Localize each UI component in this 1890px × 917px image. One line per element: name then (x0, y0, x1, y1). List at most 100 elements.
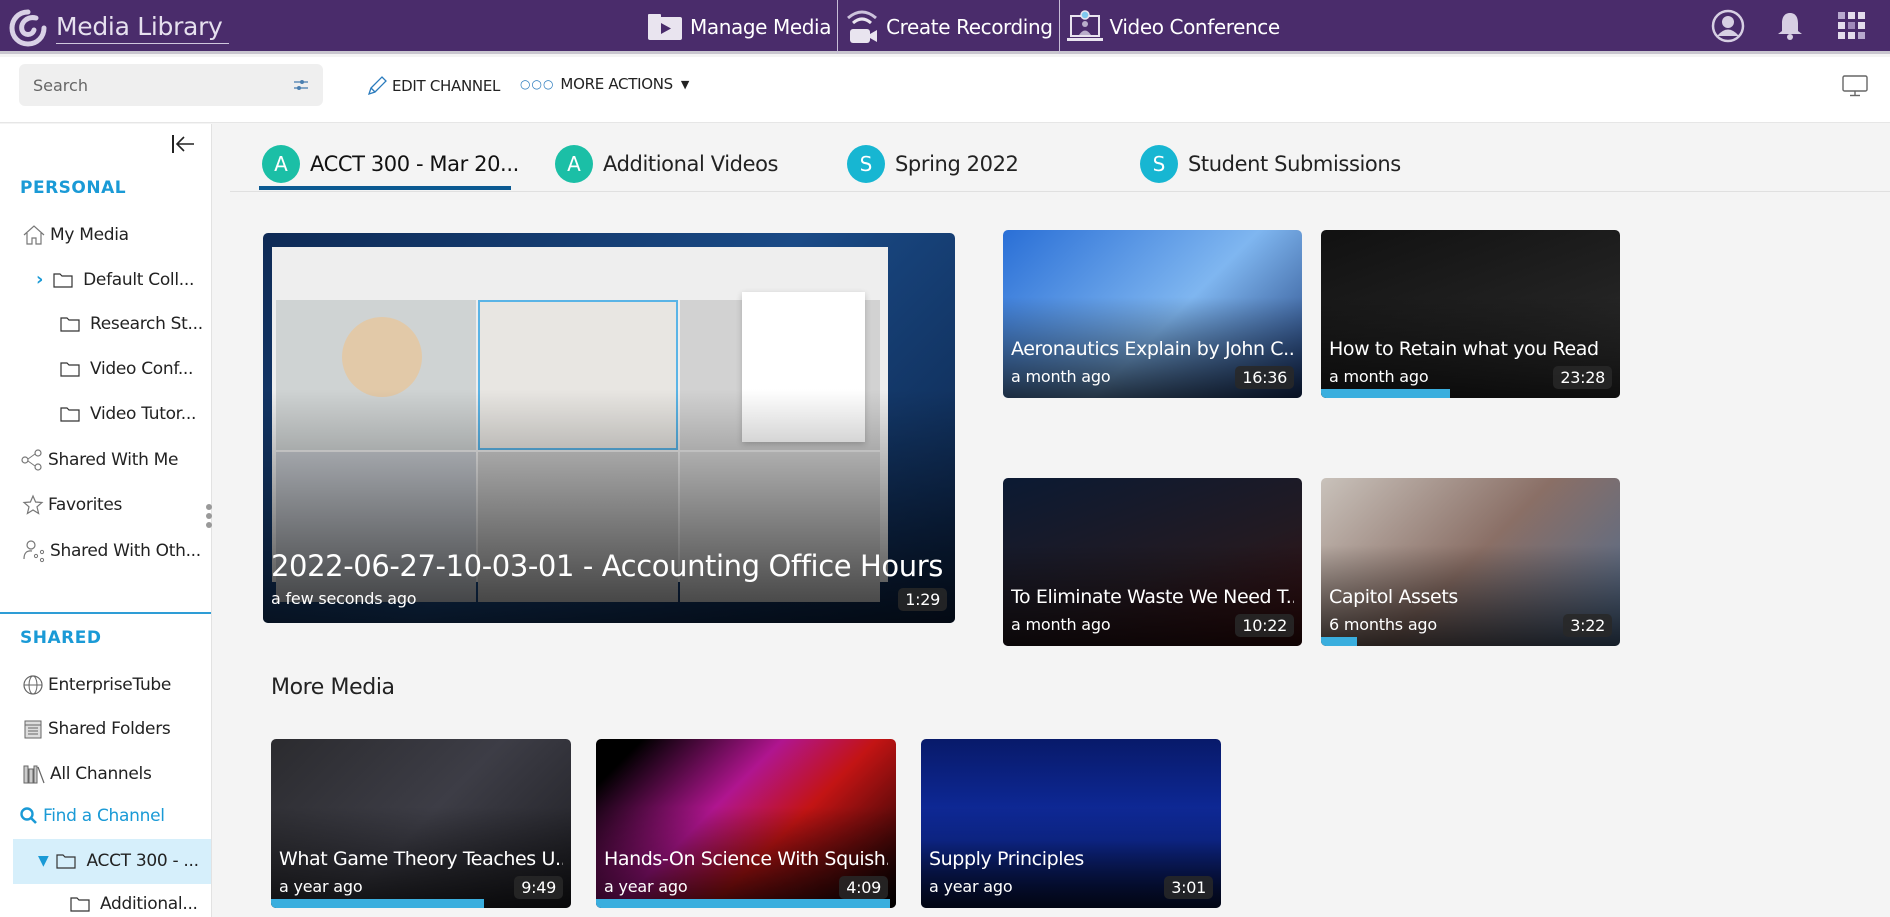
folder-icon (60, 317, 80, 332)
folder-icon (53, 272, 73, 288)
media-card[interactable]: Hands-On Science With Squish... a year ag… (596, 739, 896, 908)
media-title: Hands-On Science With Squish... (604, 848, 888, 870)
sidebar-item-video-tutor[interactable]: Video Tutor... (60, 404, 196, 424)
media-card[interactable]: Supply Principles a year ago 3:01 (921, 739, 1221, 908)
top-navigation-bar: Media Library Manage Media Create Record… (0, 0, 1890, 54)
sidebar-item-label: Shared With Oth... (50, 541, 201, 561)
sidebar-item-favorites[interactable]: Favorites (22, 494, 122, 516)
tab-acct-300[interactable]: A ACCT 300 - Mar 20... (262, 143, 519, 185)
media-duration: 4:09 (839, 876, 888, 899)
pencil-icon (367, 76, 387, 96)
watch-progress-bar (1321, 637, 1357, 646)
folder-icon (60, 362, 80, 377)
sidebar-item-label: Research St... (90, 314, 203, 334)
more-actions-button[interactable]: ○○○ MORE ACTIONS ▼ (520, 75, 689, 93)
star-icon (22, 494, 44, 515)
sidebar-item-enterprisetube[interactable]: EnterpriseTube (22, 674, 171, 696)
media-card[interactable]: Capitol Assets 6 months ago 3:22 (1321, 478, 1620, 646)
logo-icon (9, 9, 47, 47)
sidebar: PERSONAL My Media › Default Coll... Rese… (0, 124, 212, 917)
filter-sliders-icon[interactable] (293, 77, 309, 93)
shared-section-title: SHARED (20, 628, 102, 648)
sidebar-item-all-channels[interactable]: All Channels (22, 763, 152, 785)
sidebar-item-shared-with-others[interactable]: Shared With Oth... (22, 539, 201, 563)
media-duration: 23:28 (1553, 366, 1612, 389)
media-card[interactable]: What Game Theory Teaches U... a year ago 9… (271, 739, 571, 908)
more-dots-icon: ○○○ (520, 77, 555, 91)
collapse-left-icon (172, 135, 194, 153)
globe-icon (23, 675, 43, 695)
display-mode-button[interactable] (1842, 75, 1868, 101)
sidebar-item-label: Shared With Me (48, 450, 179, 470)
toolbar: EDIT CHANNEL ○○○ MORE ACTIONS ▼ (0, 57, 1890, 123)
sidebar-item-label: Video Tutor... (90, 404, 197, 424)
media-duration: 9:49 (514, 876, 563, 899)
user-profile-button[interactable] (1710, 8, 1746, 44)
media-duration: 3:01 (1164, 876, 1213, 899)
chevron-right-icon[interactable]: › (36, 269, 43, 290)
media-card[interactable]: To Eliminate Waste We Need T... a month a… (1003, 478, 1302, 646)
building-icon (24, 720, 42, 739)
nav-create-recording[interactable]: Create Recording (837, 0, 1058, 54)
main-nav: Manage Media Create Recording Video Conf… (640, 0, 1286, 54)
nav-video-conference[interactable]: Video Conference (1058, 0, 1286, 54)
featured-title: 2022-06-27-10-03-01 - Accounting Office … (271, 549, 943, 583)
sidebar-item-label: Default Coll... (83, 269, 195, 290)
sidebar-item-label: Shared Folders (48, 719, 171, 739)
tab-spring-2022[interactable]: S Spring 2022 (847, 143, 1019, 185)
sidebar-item-label: Favorites (48, 495, 123, 515)
sidebar-item-additional[interactable]: Additional... (70, 894, 198, 914)
folder-icon (60, 407, 80, 422)
edit-channel-button[interactable]: EDIT CHANNEL (366, 75, 500, 97)
edit-channel-label: EDIT CHANNEL (392, 77, 501, 95)
media-upload-time: a month ago (1329, 367, 1429, 386)
collapse-sidebar-button[interactable] (170, 132, 196, 160)
apps-grid-icon (1838, 12, 1865, 39)
search-box (19, 64, 323, 106)
sidebar-item-video-conf[interactable]: Video Conf... (60, 359, 193, 379)
search-input[interactable] (33, 75, 293, 95)
media-card[interactable]: Aeronautics Explain by John C... a month … (1003, 230, 1302, 398)
monitor-icon (1842, 75, 1868, 97)
media-upload-time: 6 months ago (1329, 615, 1437, 634)
sidebar-item-acct-300[interactable]: ▼ ACCT 300 - ... (38, 851, 199, 871)
tab-additional-videos[interactable]: A Additional Videos (555, 143, 778, 185)
sidebar-item-my-media[interactable]: My Media (22, 224, 129, 246)
sidebar-item-label: Video Conf... (90, 359, 194, 379)
home-icon (23, 225, 45, 245)
search-icon (20, 807, 37, 824)
tab-avatar: S (1140, 145, 1178, 183)
header-actions (1710, 8, 1870, 44)
laptop-person-icon (1066, 10, 1103, 41)
watch-progress-bar (271, 899, 484, 908)
media-upload-time: a year ago (279, 877, 363, 896)
media-title: To Eliminate Waste We Need T... (1011, 586, 1294, 608)
sidebar-item-default-collection[interactable]: › Default Coll... (36, 269, 194, 290)
more-media-heading: More Media (271, 675, 395, 700)
caret-down-icon: ▼ (680, 77, 690, 91)
sidebar-resize-handle[interactable] (206, 504, 212, 528)
active-tab-indicator (259, 186, 511, 190)
nav-manage-media[interactable]: Manage Media (640, 0, 837, 54)
sidebar-item-label: EnterpriseTube (48, 675, 172, 695)
nav-video-conference-label: Video Conference (1109, 15, 1281, 39)
notifications-button[interactable] (1772, 8, 1808, 44)
media-title: What Game Theory Teaches U... (279, 848, 563, 870)
tab-label: ACCT 300 - Mar 20... (310, 152, 519, 176)
sidebar-item-shared-with-me[interactable]: Shared With Me (20, 449, 178, 471)
folder-icon (70, 897, 90, 912)
nav-manage-media-label: Manage Media (690, 15, 832, 39)
tab-student-submissions[interactable]: S Student Submissions (1140, 143, 1401, 185)
sidebar-item-find-channel[interactable]: Find a Channel (19, 806, 165, 826)
chevron-down-icon[interactable]: ▼ (38, 853, 49, 869)
sidebar-item-label: All Channels (50, 764, 152, 784)
media-title: How to Retain what you Read (1329, 338, 1599, 360)
app-logo[interactable]: Media Library (8, 8, 229, 48)
sidebar-item-label: ACCT 300 - ... (86, 851, 199, 871)
featured-video-card[interactable]: 2022-06-27-10-03-01 - Accounting Office … (263, 233, 955, 623)
media-title: Aeronautics Explain by John C... (1011, 338, 1294, 360)
media-card[interactable]: How to Retain what you Read a month ago 23… (1321, 230, 1620, 398)
apps-grid-button[interactable] (1834, 8, 1870, 44)
sidebar-item-shared-folders[interactable]: Shared Folders (22, 718, 171, 740)
sidebar-item-research[interactable]: Research St... (60, 314, 203, 334)
